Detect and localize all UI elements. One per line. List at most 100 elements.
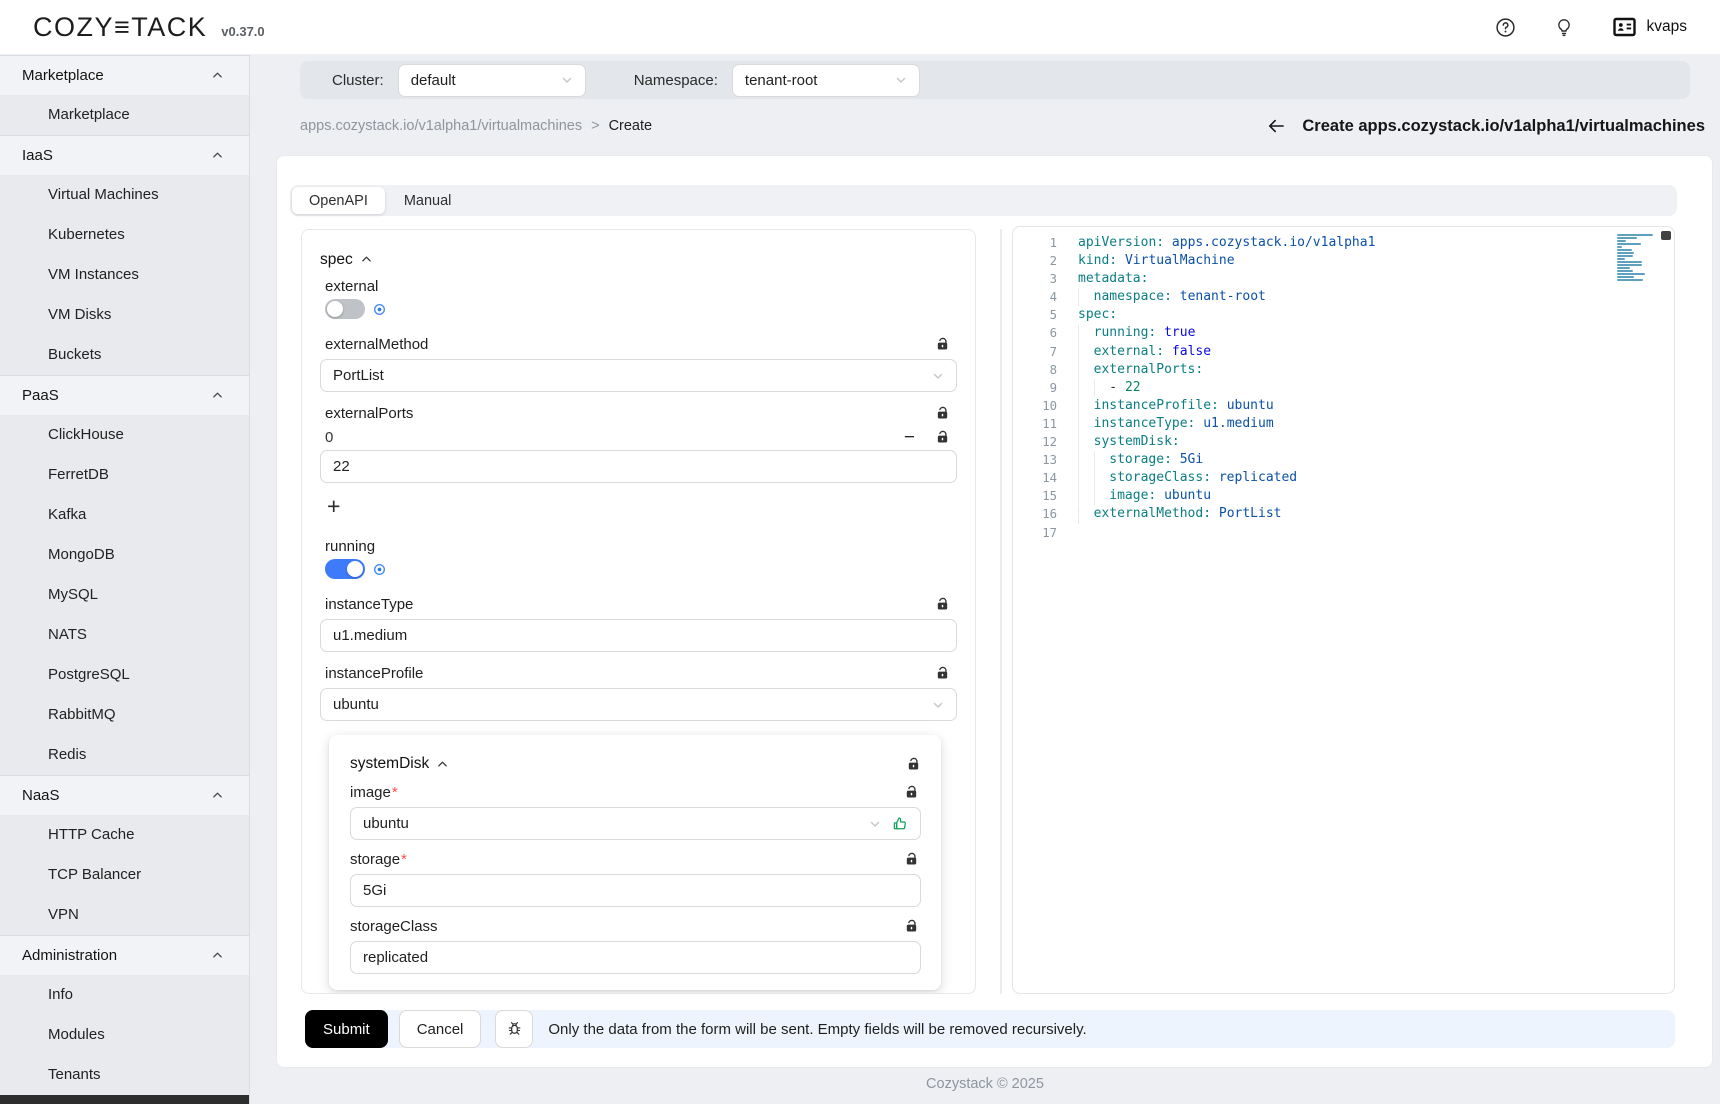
debug-button[interactable]: [495, 1010, 533, 1048]
external-method-label: externalMethod: [325, 336, 428, 353]
sidebar-item-kubernetes[interactable]: Kubernetes: [0, 215, 249, 255]
storage-class-input[interactable]: [350, 941, 921, 974]
tab-openapi[interactable]: OpenAPI: [292, 187, 385, 214]
panel-splitter[interactable]: [1000, 229, 1002, 994]
line-number: 15: [1013, 487, 1057, 505]
unlock-icon[interactable]: [935, 666, 950, 681]
image-select[interactable]: ubuntu: [350, 807, 921, 840]
bug-icon: [506, 1020, 523, 1038]
unlock-icon[interactable]: [935, 597, 950, 612]
storage-class-label-row: storageClass: [350, 915, 921, 937]
spec-section-header[interactable]: spec: [320, 250, 957, 269]
system-disk-header[interactable]: systemDisk: [350, 753, 921, 775]
sidebar-item-http-cache[interactable]: HTTP Cache: [0, 815, 249, 855]
theme-toggle-icon[interactable]: [1554, 17, 1574, 38]
editor-minimap[interactable]: [1617, 234, 1657, 285]
sidebar-group-label: PaaS: [22, 387, 59, 404]
editor-line-10: 10instanceProfile: ubuntu: [1013, 397, 1674, 415]
line-number: 3: [1013, 270, 1057, 288]
sidebar-group-iaas[interactable]: IaaS: [0, 135, 249, 175]
unlock-icon[interactable]: [935, 337, 950, 352]
unlock-icon[interactable]: [904, 785, 919, 800]
sidebar-item-modules[interactable]: Modules: [0, 1015, 249, 1055]
external-ports-label: externalPorts: [325, 405, 413, 422]
line-number: 11: [1013, 415, 1057, 433]
sidebar-item-vm-disks[interactable]: VM Disks: [0, 295, 249, 335]
breadcrumb-link[interactable]: apps.cozystack.io/v1alpha1/virtualmachin…: [300, 118, 582, 134]
sidebar-item-tenants[interactable]: Tenants: [0, 1055, 249, 1095]
sidebar-item-nats[interactable]: NATS: [0, 615, 249, 655]
back-button[interactable]: [1265, 116, 1287, 136]
line-number: 5: [1013, 306, 1057, 324]
external-method-label-row: externalMethod: [320, 333, 957, 355]
sidebar-item-info[interactable]: Info: [0, 975, 249, 1015]
sidebar-item-mysql[interactable]: MySQL: [0, 575, 249, 615]
remove-port-button[interactable]: −: [904, 428, 915, 447]
add-port-button[interactable]: +: [327, 495, 340, 518]
line-number: 7: [1013, 343, 1057, 361]
main-content: Cluster: default Namespace: tenant-root …: [250, 55, 1720, 1104]
thumbs-up-icon: [892, 816, 908, 832]
brand: COZY≡TACK v0.37.0: [33, 12, 265, 43]
sidebar-group-paas[interactable]: PaaS: [0, 375, 249, 415]
sidebar-group-label: NaaS: [22, 787, 60, 804]
user-menu[interactable]: kvaps: [1612, 16, 1688, 38]
sidebar-group-label: Marketplace: [22, 67, 104, 84]
sidebar-item-vm-instances[interactable]: VM Instances: [0, 255, 249, 295]
sidebar-group-marketplace[interactable]: Marketplace: [0, 55, 249, 95]
port-input[interactable]: [320, 450, 957, 483]
unlock-icon[interactable]: [906, 757, 921, 772]
sidebar-item-vpn[interactable]: VPN: [0, 895, 249, 935]
editor-scrollbar-thumb[interactable]: [1661, 231, 1671, 240]
sidebar-item-redis[interactable]: Redis: [0, 735, 249, 775]
cancel-button[interactable]: Cancel: [399, 1010, 482, 1048]
sidebar-group-naas[interactable]: NaaS: [0, 775, 249, 815]
sidebar-item-virtual-machines[interactable]: Virtual Machines: [0, 175, 249, 215]
yaml-editor[interactable]: 1apiVersion: apps.cozystack.io/v1alpha12…: [1012, 226, 1675, 994]
editor-line-17: 17: [1013, 524, 1674, 542]
external-ports-label-row: externalPorts: [320, 402, 957, 424]
sidebar-item-clickhouse[interactable]: ClickHouse: [0, 415, 249, 455]
sidebar-scroll-strip[interactable]: [0, 1095, 249, 1104]
app-logo[interactable]: COZY≡TACK: [33, 12, 207, 43]
instance-profile-select[interactable]: ubuntu: [320, 688, 957, 721]
tab-manual[interactable]: Manual: [387, 187, 469, 214]
help-icon[interactable]: [1495, 17, 1516, 38]
sidebar-item-postgresql[interactable]: PostgreSQL: [0, 655, 249, 695]
sidebar-item-tcp-balancer[interactable]: TCP Balancer: [0, 855, 249, 895]
chevron-up-icon: [212, 950, 223, 961]
sidebar-group-label: IaaS: [22, 147, 53, 164]
editor-line-16: 16externalMethod: PortList: [1013, 505, 1674, 523]
editor-line-1: 1apiVersion: apps.cozystack.io/v1alpha1: [1013, 234, 1674, 252]
cluster-select[interactable]: default: [398, 64, 586, 97]
port-item-index: 0: [325, 429, 333, 446]
action-bar: Submit Cancel Only the data from the for…: [305, 1010, 1675, 1048]
line-number: 14: [1013, 469, 1057, 487]
running-toggle[interactable]: [325, 559, 365, 579]
unlock-icon[interactable]: [904, 852, 919, 867]
sidebar-item-kafka[interactable]: Kafka: [0, 495, 249, 535]
chevron-up-icon: [212, 150, 223, 161]
line-number: 9: [1013, 379, 1057, 397]
external-toggle[interactable]: [325, 299, 365, 319]
sidebar-item-ferretdb[interactable]: FerretDB: [0, 455, 249, 495]
sidebar-item-mongodb[interactable]: MongoDB: [0, 535, 249, 575]
submit-button[interactable]: Submit: [305, 1010, 388, 1048]
sidebar-item-buckets[interactable]: Buckets: [0, 335, 249, 375]
editor-line-3: 3metadata:: [1013, 270, 1674, 288]
sidebar-item-rabbitmq[interactable]: RabbitMQ: [0, 695, 249, 735]
page-title-wrap: Create apps.cozystack.io/v1alpha1/virtua…: [1265, 116, 1705, 136]
page-title: Create apps.cozystack.io/v1alpha1/virtua…: [1302, 117, 1705, 136]
focus-target-icon: [373, 303, 386, 316]
unlock-icon[interactable]: [935, 406, 950, 421]
arrow-left-icon: [1265, 116, 1287, 136]
unlock-icon[interactable]: [935, 430, 950, 445]
external-method-select[interactable]: PortList: [320, 359, 957, 392]
unlock-icon[interactable]: [904, 919, 919, 934]
sidebar-group-administration[interactable]: Administration: [0, 935, 249, 975]
form-panel: spec external externalMethod: [301, 229, 976, 994]
sidebar-item-marketplace[interactable]: Marketplace: [0, 95, 249, 135]
instance-type-input[interactable]: [320, 619, 957, 652]
storage-input[interactable]: [350, 874, 921, 907]
namespace-select[interactable]: tenant-root: [732, 64, 920, 97]
